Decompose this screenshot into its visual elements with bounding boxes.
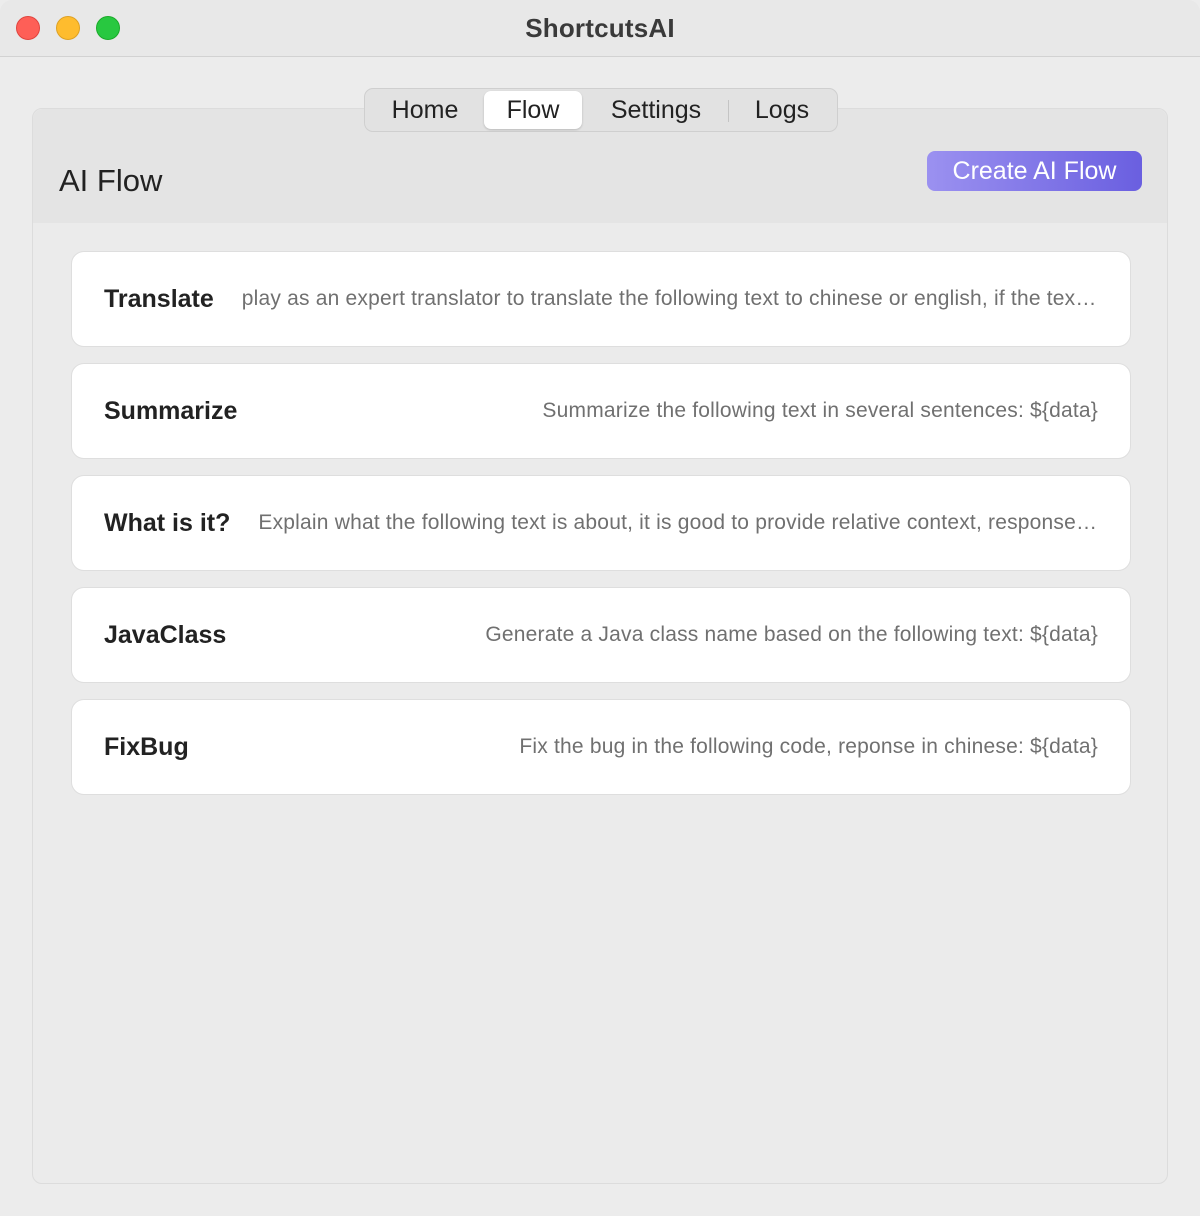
flow-card-javaclass[interactable]: JavaClass Generate a Java class name bas… bbox=[71, 587, 1131, 683]
flow-name: What is it? bbox=[104, 508, 231, 537]
flow-card-what-is-it[interactable]: What is it? Explain what the following t… bbox=[71, 475, 1131, 571]
flow-prompt: Explain what the following text is about… bbox=[258, 511, 1098, 534]
tab-flow[interactable]: Flow bbox=[484, 91, 582, 129]
flow-name: JavaClass bbox=[104, 620, 227, 649]
flow-name: Summarize bbox=[104, 396, 238, 425]
flow-prompt: Summarize the following text in several … bbox=[542, 399, 1098, 422]
flow-card-fixbug[interactable]: FixBug Fix the bug in the following code… bbox=[71, 699, 1131, 795]
flow-prompt: Fix the bug in the following code, repon… bbox=[519, 735, 1098, 758]
flow-prompt: play as an expert translator to translat… bbox=[241, 287, 1098, 310]
tab-bar: Home Flow Settings Logs bbox=[364, 88, 838, 132]
flow-panel: AI Flow Create AI Flow Translate play as… bbox=[32, 108, 1168, 1184]
page-title: AI Flow bbox=[59, 163, 163, 198]
tab-home[interactable]: Home bbox=[375, 91, 475, 129]
flow-card-summarize[interactable]: Summarize Summarize the following text i… bbox=[71, 363, 1131, 459]
flow-name: FixBug bbox=[104, 732, 189, 761]
app-window: ShortcutsAI AI Flow Create AI Flow Trans… bbox=[0, 0, 1200, 1216]
flow-card-translate[interactable]: Translate play as an expert translator t… bbox=[71, 251, 1131, 347]
tab-logs[interactable]: Logs bbox=[737, 91, 827, 129]
flow-prompt: Generate a Java class name based on the … bbox=[485, 623, 1098, 646]
create-ai-flow-button[interactable]: Create AI Flow bbox=[927, 151, 1142, 191]
flow-name: Translate bbox=[104, 284, 214, 313]
tab-settings[interactable]: Settings bbox=[591, 91, 721, 129]
title-bar[interactable]: ShortcutsAI bbox=[0, 0, 1200, 57]
window-title: ShortcutsAI bbox=[525, 13, 675, 43]
tab-separator bbox=[728, 100, 729, 122]
